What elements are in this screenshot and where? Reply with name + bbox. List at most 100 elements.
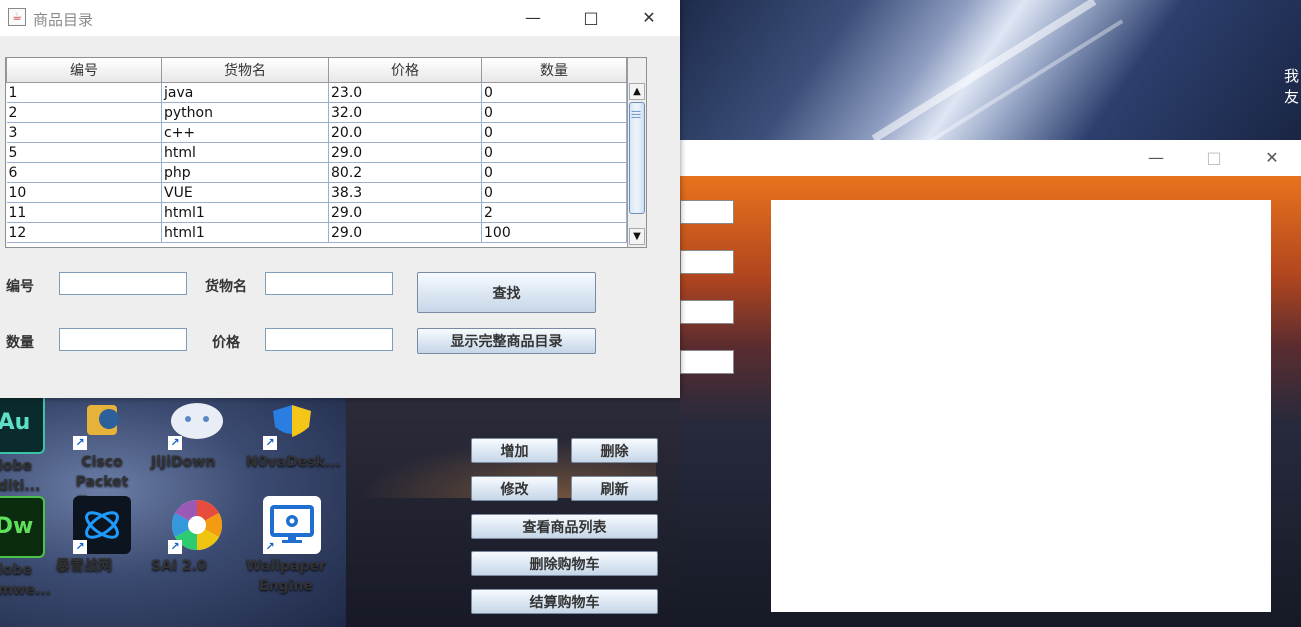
wallpaper-streak <box>871 0 1097 140</box>
column-header-price[interactable]: 价格 <box>328 58 482 83</box>
desktop-icon-audition[interactable]: Au lobe diti... <box>0 392 60 494</box>
cell-quantity: 0 <box>481 102 627 123</box>
modify-button[interactable]: 修改 <box>471 476 558 501</box>
table-row[interactable]: 1 java 23.0 0 <box>6 82 627 103</box>
table-row[interactable]: 5 html 29.0 0 <box>6 142 627 163</box>
cell-name: VUE <box>161 182 329 203</box>
cell-price: 32.0 <box>328 102 482 123</box>
refresh-button[interactable]: 刷新 <box>571 476 658 501</box>
manager-window: — □ ✕ <box>680 140 1301 627</box>
cell-quantity: 0 <box>481 122 627 143</box>
cell-price: 38.3 <box>328 182 482 203</box>
product-table-grid: 编号 货物名 价格 数量 1 java 23.0 0 2 python 32.0 0 3 c+… <box>6 58 627 243</box>
cell-price: 80.2 <box>328 162 482 183</box>
delete-button[interactable]: 删除 <box>571 438 658 463</box>
cell-id: 1 <box>6 82 162 103</box>
cell-quantity: 0 <box>481 162 627 183</box>
checkout-cart-button[interactable]: 结算购物车 <box>471 589 658 614</box>
shortcut-arrow-icon: ↗ <box>263 540 277 554</box>
desktop-icon-wallpaper-engine[interactable]: ↗ Wallpaper Engine <box>246 496 338 594</box>
manager-input-field[interactable] <box>680 250 734 274</box>
quantity-label: 数量 <box>6 335 34 351</box>
manager-input-field[interactable] <box>680 350 734 374</box>
shortcut-arrow-icon: ↗ <box>263 436 277 450</box>
delete-cart-button[interactable]: 删除购物车 <box>471 551 658 576</box>
cisco-packet-tracer-icon: ↗ <box>73 392 131 450</box>
quantity-input[interactable] <box>59 328 187 351</box>
desktop-icon-cisco[interactable]: ↗ Cisco Packet Tracer Stu... <box>56 392 148 530</box>
shortcut-arrow-icon: ↗ <box>168 436 182 450</box>
desktop-icon-label: lobe diti... <box>0 458 41 494</box>
close-button[interactable]: ✕ <box>638 7 660 29</box>
maximize-button[interactable]: □ <box>580 7 602 29</box>
cell-id: 5 <box>6 142 162 163</box>
cell-id: 11 <box>6 202 162 223</box>
cell-name: java <box>161 82 329 103</box>
cell-quantity: 100 <box>481 222 627 243</box>
cell-name: python <box>161 102 329 123</box>
wallpaper-streak <box>900 19 1124 140</box>
manager-input-field[interactable] <box>680 200 734 224</box>
product-table[interactable]: 编号 货物名 价格 数量 1 java 23.0 0 2 python 32.0 0 3 c+… <box>5 57 647 248</box>
cell-quantity: 2 <box>481 202 627 223</box>
close-button[interactable]: ✕ <box>1262 148 1282 168</box>
catalog-window-titlebar: ☕ 商品目录 — □ ✕ <box>0 0 680 36</box>
sai-icon: ↗ <box>168 496 226 554</box>
show-all-products-button[interactable]: 显示完整商品目录 <box>417 328 596 354</box>
column-header-name[interactable]: 货物名 <box>161 58 329 83</box>
catalog-window: ☕ 商品目录 — □ ✕ 编号 货物名 价格 数量 1 java 23.0 0 2 py… <box>0 0 680 398</box>
column-header-id[interactable]: 编号 <box>6 58 162 83</box>
manager-display-panel <box>771 200 1271 612</box>
manager-input-field[interactable] <box>680 300 734 324</box>
table-scrollbar[interactable]: ▲ — — — ▼ <box>627 58 646 247</box>
cell-id: 10 <box>6 182 162 203</box>
desktop-icon-label: N0vaDesk... <box>246 454 341 470</box>
name-label: 货物名 <box>205 279 247 295</box>
cell-price: 23.0 <box>328 82 482 103</box>
minimize-button[interactable]: — <box>522 7 544 29</box>
shortcut-arrow-icon: ↗ <box>168 540 182 554</box>
desktop-icon-sai[interactable]: ↗ SAI 2.0 <box>151 496 243 574</box>
table-row[interactable]: 3 c++ 20.0 0 <box>6 122 627 143</box>
cell-quantity: 0 <box>481 142 627 163</box>
column-header-quantity[interactable]: 数量 <box>481 58 627 83</box>
cell-id: 3 <box>6 122 162 143</box>
table-row[interactable]: 6 php 80.2 0 <box>6 162 627 183</box>
cell-name: html1 <box>161 202 329 223</box>
cell-quantity: 0 <box>481 82 627 103</box>
wallpaper-engine-icon: ↗ <box>263 496 321 554</box>
view-product-list-button[interactable]: 查看商品列表 <box>471 514 658 539</box>
java-icon: ☕ <box>8 8 26 26</box>
window-title: 商品目录 <box>33 11 94 29</box>
add-button[interactable]: 增加 <box>471 438 558 463</box>
price-label: 价格 <box>212 335 240 351</box>
battle-net-icon: ↗ <box>73 496 131 554</box>
desktop-icon-dreamweaver[interactable]: Dw lobe mwe... <box>0 496 60 598</box>
desktop-icon-label: JiJiDown <box>151 454 216 470</box>
desktop-icon-label: 暴雪战网 <box>56 558 112 574</box>
desktop-side-text: 我 友 <box>1283 67 1299 106</box>
desktop-icon-n0vadesk[interactable]: ↗ N0vaDesk... <box>246 392 341 470</box>
scroll-down-icon[interactable]: ▼ <box>629 228 645 245</box>
desktop-icon-battlenet[interactable]: ↗ 暴雪战网 <box>56 496 148 574</box>
cell-name: html1 <box>161 222 329 243</box>
id-input[interactable] <box>59 272 187 295</box>
cell-price: 29.0 <box>328 222 482 243</box>
shortcut-arrow-icon: ↗ <box>73 436 87 450</box>
name-input[interactable] <box>265 272 393 295</box>
minimize-button[interactable]: — <box>1146 148 1166 168</box>
desktop-icon-label: Wallpaper Engine <box>246 558 326 594</box>
table-row[interactable]: 12 html1 29.0 100 <box>6 222 627 243</box>
maximize-button[interactable]: □ <box>1204 148 1224 168</box>
desktop-icon-jijidown[interactable]: ↗ JiJiDown <box>151 392 243 470</box>
desktop-icon-label: lobe mwe... <box>0 562 51 598</box>
price-input[interactable] <box>265 328 393 351</box>
scroll-up-icon[interactable]: ▲ <box>629 83 645 100</box>
search-button[interactable]: 查找 <box>417 272 596 313</box>
cell-name: c++ <box>161 122 329 143</box>
table-row[interactable]: 11 html1 29.0 2 <box>6 202 627 223</box>
table-row[interactable]: 2 python 32.0 0 <box>6 102 627 123</box>
desktop-wallpaper-top: 我 友 <box>680 0 1301 140</box>
cell-id: 12 <box>6 222 162 243</box>
table-row[interactable]: 10 VUE 38.3 0 <box>6 182 627 203</box>
